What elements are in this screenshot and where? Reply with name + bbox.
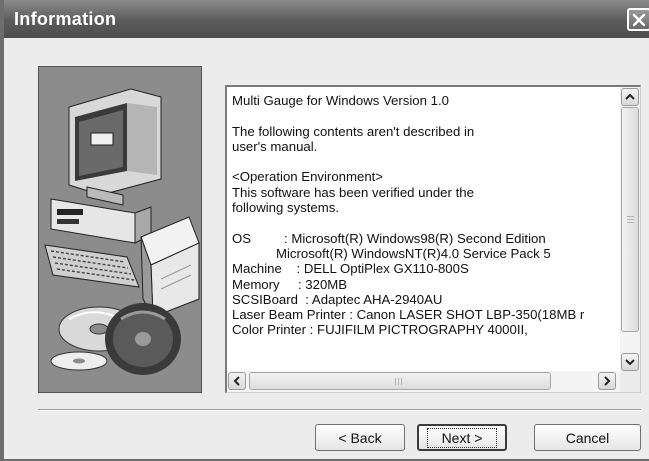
next-button-label: Next > [426,427,498,448]
text-line: SCSIBoard : Adaptec AHA-2940AU [232,291,443,307]
text-line: Color Printer : FUJIFILM PICTROGRAPHY 40… [232,322,528,338]
text-line [232,154,614,169]
cancel-button[interactable]: Cancel [534,424,641,451]
chevron-right-icon [604,376,611,386]
back-button[interactable]: < Back [315,424,405,451]
text-line: <Operation Environment> [232,169,384,185]
text-line: OS : Microsoft(R) Windows98(R) Second Ed… [232,230,546,246]
text-line: Multi Gauge for Windows Version 1.0 [232,93,449,108]
information-dialog: Information Multi Gauge for Windows Vers… [0,0,649,461]
text-line: This software has been verified under th… [232,184,474,200]
scroll-left-button[interactable] [228,372,246,390]
text-line: user's manual. [232,138,318,154]
text-line: Memory : 320MB [232,276,348,292]
close-button[interactable] [627,8,649,31]
text-line: Machine : DELL OptiPlex GX110-800S [232,261,469,277]
scroll-down-button[interactable] [621,353,639,371]
horizontal-scrollbar[interactable] [227,371,620,392]
chevron-up-icon [625,93,635,100]
information-text: Multi Gauge for Windows Version 1.0 The … [232,93,614,363]
text-line [232,215,614,230]
text-line [232,108,614,123]
chevron-left-icon [233,376,240,386]
chevron-down-icon [625,359,635,366]
computer-with-disks-illustration [44,88,200,375]
scroll-up-button[interactable] [621,88,639,106]
cancel-button-label: Cancel [565,429,610,446]
next-button[interactable]: Next > [417,424,507,451]
text-line: following systems. [232,200,340,216]
window-title: Information [14,9,117,29]
button-separator [38,409,641,411]
scrollbar-corner [620,371,640,392]
computer-illustration [38,66,202,393]
vertical-scrollbar[interactable] [620,87,640,372]
horizontal-scroll-thumb[interactable] [249,372,551,390]
vertical-scroll-thumb[interactable] [621,107,639,332]
close-x-icon [632,13,646,26]
text-line: Laser Beam Printer : Canon LASER SHOT LB… [232,307,585,323]
scroll-right-button[interactable] [598,372,616,390]
text-line: The following contents aren't described … [232,123,475,139]
title-bar[interactable]: Information [4,0,649,38]
text-line: Microsoft(R) WindowsNT(R)4.0 Service Pac… [232,245,551,261]
information-text-box[interactable]: Multi Gauge for Windows Version 1.0 The … [225,85,641,393]
back-button-label: < Back [338,429,382,446]
